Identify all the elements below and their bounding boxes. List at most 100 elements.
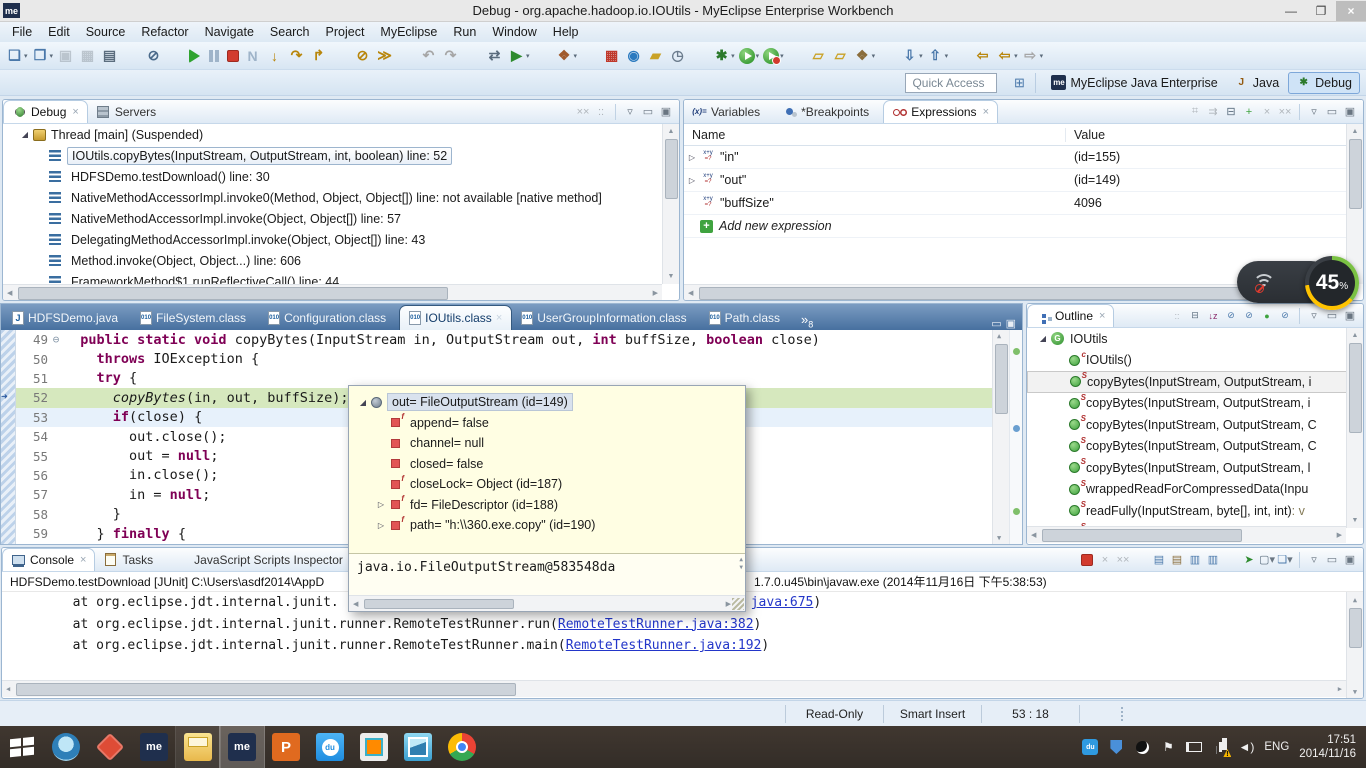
- view-menu-button[interactable]: ▿: [1305, 307, 1323, 325]
- outline-options-button[interactable]: ::: [1168, 307, 1186, 325]
- view-tab[interactable]: Outline ×: [1027, 304, 1114, 327]
- scrollbar-thumb[interactable]: [1042, 529, 1242, 542]
- show-type-names-button[interactable]: ⌗: [1186, 103, 1204, 121]
- overview-ruler[interactable]: [1009, 330, 1022, 544]
- new-file-button[interactable]: ❏ ▾: [4, 44, 30, 68]
- last-edit-button[interactable]: ⇦: [972, 44, 994, 68]
- run-on-server-button[interactable]: ▶ ▾: [506, 44, 532, 68]
- menu-item[interactable]: MyEclipse: [372, 23, 445, 41]
- horizontal-scrollbar[interactable]: [1027, 526, 1346, 543]
- palette-button[interactable]: ❖ ▾: [554, 44, 580, 68]
- code-line[interactable]: 50 throws IOException {: [16, 349, 992, 368]
- minimize-button[interactable]: ▭: [1323, 551, 1341, 569]
- step-filters-button[interactable]: ≫: [374, 44, 396, 68]
- variable-root-row[interactable]: ◢ out= FileOutputStream (id=149): [355, 392, 741, 413]
- expression-row[interactable]: ▷ x+y=? "in" (id=155): [684, 146, 1363, 169]
- powerdesigner-app[interactable]: P: [264, 726, 308, 768]
- menu-item[interactable]: Run: [445, 23, 484, 41]
- open-resource-button[interactable]: ▰: [645, 44, 667, 68]
- outline-member-row[interactable]: S copyBytes(InputStream, OutputStream, i: [1027, 393, 1363, 415]
- thread-row[interactable]: ◢ Thread [main] (Suspended): [3, 124, 679, 145]
- expander-icon[interactable]: ▷: [373, 500, 389, 509]
- menu-item[interactable]: Search: [262, 23, 318, 41]
- editor-tab[interactable]: Path.class: [700, 305, 793, 330]
- outline-root-row[interactable]: ◢ G IOUtils: [1027, 328, 1363, 350]
- editor-tab[interactable]: Configuration.class: [259, 305, 399, 330]
- view-tab[interactable]: Tasks: [95, 548, 167, 571]
- stack-trace-link[interactable]: RemoteTestRunner.java:382: [558, 617, 754, 632]
- editor-tab[interactable]: IOUtils.class ×: [399, 305, 512, 330]
- import-button[interactable]: ▱: [808, 44, 830, 68]
- stack-frame-row[interactable]: DelegatingMethodAccessorImpl.invoke(Obje…: [3, 229, 679, 250]
- column-header-value[interactable]: Value: [1066, 128, 1105, 142]
- outline-member-row[interactable]: c IOUtils(): [1027, 350, 1363, 372]
- scrollbar-thumb[interactable]: [18, 287, 448, 300]
- collapse-all-button[interactable]: ⊟: [1222, 103, 1240, 121]
- add-expression-button[interactable]: +: [1240, 103, 1258, 121]
- remove-all-launches-button[interactable]: ××: [1114, 551, 1132, 569]
- network-tray-icon[interactable]: [1212, 739, 1228, 755]
- view-tab[interactable]: (x)= Variables: [684, 100, 774, 123]
- variable-field-row[interactable]: closed= false: [355, 454, 741, 475]
- expression-row[interactable]: ▷ x+y=? "out" (id=149): [684, 169, 1363, 192]
- show-methods-button[interactable]: ●: [1258, 307, 1276, 325]
- remove-launch-button[interactable]: ×: [1096, 551, 1114, 569]
- language-indicator[interactable]: ENG: [1264, 741, 1289, 753]
- stack-frame-row[interactable]: HDFSDemo.testDownload() line: 30: [3, 166, 679, 187]
- flag-tray-icon[interactable]: ⚑: [1160, 739, 1176, 755]
- horizontal-scrollbar[interactable]: [2, 680, 1346, 697]
- view-tab[interactable]: Servers: [88, 100, 170, 123]
- debug-view-options-button[interactable]: ::: [592, 103, 610, 121]
- shield-tray-icon[interactable]: [1108, 739, 1124, 755]
- show-logical-structure-button[interactable]: ⇉: [1204, 103, 1222, 121]
- more-tabs-button[interactable]: »8: [801, 312, 813, 330]
- outline-member-row[interactable]: S wrappedReadForCompressedData(Inpu: [1027, 479, 1363, 501]
- expander-icon[interactable]: ▷: [373, 521, 389, 530]
- minimize-editor-button[interactable]: ▭: [991, 317, 1001, 330]
- myeclipse-app[interactable]: me: [132, 726, 176, 768]
- view-tab[interactable]: Debug ×: [3, 100, 88, 123]
- web20-button[interactable]: ◉: [623, 44, 645, 68]
- taskbar-clock[interactable]: 17:51 2014/11/16: [1299, 733, 1356, 761]
- variable-field-row[interactable]: f append= false: [355, 413, 741, 434]
- brush-button[interactable]: ❖ ▾: [852, 44, 878, 68]
- db-browser-button[interactable]: ⇄: [484, 44, 506, 68]
- suspend-button[interactable]: [203, 44, 225, 68]
- perspective-button[interactable]: me MyEclipse Java Enterprise: [1044, 72, 1224, 94]
- editor-tab[interactable]: UserGroupInformation.class: [512, 305, 699, 330]
- vmware-app[interactable]: [352, 726, 396, 768]
- speedup-ball-widget[interactable]: 45%: [1237, 256, 1359, 308]
- hide-static-members-button[interactable]: ⊘: [1240, 307, 1258, 325]
- terminate-console-button[interactable]: [1078, 551, 1096, 569]
- print-button[interactable]: ▤: [99, 44, 121, 68]
- perspective-button[interactable]: ✱ Debug: [1288, 72, 1360, 94]
- expander-icon[interactable]: ▷: [684, 153, 700, 162]
- chrome-app[interactable]: [440, 726, 484, 768]
- step-over-button[interactable]: ↷: [286, 44, 308, 68]
- quick-access-input[interactable]: Quick Access: [905, 73, 997, 93]
- annotation-mark[interactable]: [1013, 425, 1020, 432]
- myeclipse-app-active[interactable]: me: [220, 726, 264, 768]
- close-icon[interactable]: ×: [80, 554, 86, 566]
- battery-tray-icon[interactable]: [1186, 739, 1202, 755]
- view-menu-button[interactable]: ▿: [1305, 103, 1323, 121]
- maximize-editor-button[interactable]: ▣: [1006, 317, 1016, 330]
- editor-vertical-scrollbar[interactable]: [992, 330, 1009, 544]
- minimize-button[interactable]: ▭: [1323, 103, 1341, 121]
- variable-value-detail[interactable]: java.io.FileOutputStream@583548da ▲▼: [349, 553, 745, 595]
- hide-fields-button[interactable]: ⊘: [1222, 307, 1240, 325]
- variable-field-row[interactable]: ▷ f path= "h:\\360.exe.copy" (id=190): [355, 515, 741, 536]
- close-icon[interactable]: ×: [1099, 310, 1105, 322]
- variable-field-row[interactable]: f closeLock= Object (id=187): [355, 474, 741, 495]
- column-header-name[interactable]: Name: [684, 128, 1066, 142]
- expander-icon[interactable]: ▷: [684, 176, 700, 185]
- clear-console-button[interactable]: ▤: [1150, 551, 1168, 569]
- hide-local-types-button[interactable]: ⊘: [1276, 307, 1294, 325]
- minimize-button[interactable]: ▭: [639, 103, 657, 121]
- collapse-all-button[interactable]: ⊟: [1186, 307, 1204, 325]
- open-perspective-button[interactable]: ⊞: [1009, 73, 1029, 93]
- expander-icon[interactable]: ◢: [355, 398, 371, 407]
- editor-tab[interactable]: FileSystem.class: [131, 305, 259, 330]
- baidu-tray-icon[interactable]: du: [1082, 739, 1098, 755]
- mark-occurrences-button[interactable]: ⊘: [143, 44, 165, 68]
